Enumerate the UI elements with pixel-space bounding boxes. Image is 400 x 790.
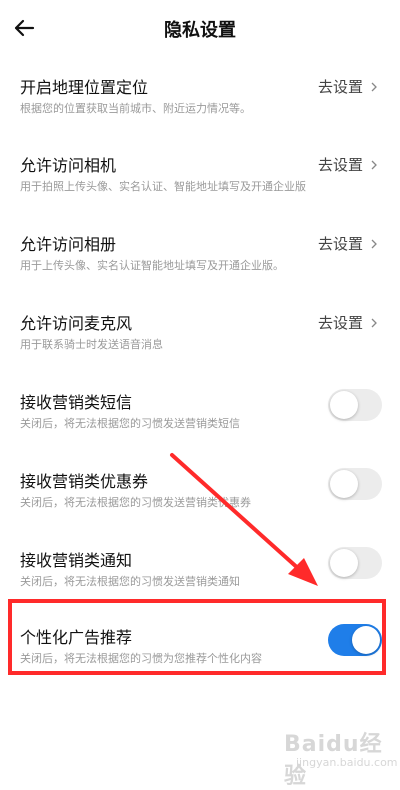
setting-description: 用于拍照上传头像、实名认证、智能地址填写及开通企业版 — [20, 180, 306, 193]
toggle-knob — [330, 391, 358, 419]
go-settings-link[interactable]: 去设置 — [318, 154, 378, 175]
go-settings-label: 去设置 — [317, 314, 363, 332]
highlight-box — [8, 599, 386, 675]
watermark-url: jingyan.baidu.com — [296, 756, 398, 769]
setting-title: 允许访问相册 — [20, 235, 117, 254]
marketing-notice-toggle[interactable] — [328, 547, 382, 579]
setting-row-album[interactable]: 允许访问相册 用于上传头像、实名认证智能地址填写及开通企业版。 去设置 — [0, 225, 400, 303]
setting-description: 用于联系骑士时发送语音消息 — [20, 338, 163, 351]
chevron-right-icon — [371, 160, 377, 169]
setting-title: 接收营销类通知 — [20, 551, 133, 570]
header-bar: 隐私设置 — [0, 0, 400, 58]
setting-row-microphone[interactable]: 允许访问麦克风 用于联系骑士时发送语音消息 去设置 — [0, 304, 400, 382]
setting-title: 允许访问麦克风 — [20, 314, 133, 333]
go-settings-link[interactable]: 去设置 — [318, 76, 378, 97]
chevron-right-icon — [371, 82, 377, 91]
toggle-knob — [330, 549, 358, 577]
setting-description: 根据您的位置获取当前城市、附近运力情况等。 — [20, 102, 251, 115]
page-title: 隐私设置 — [164, 20, 236, 41]
setting-title: 接收营销类短信 — [20, 393, 133, 412]
go-settings-label: 去设置 — [317, 78, 363, 96]
setting-title: 允许访问相机 — [20, 156, 117, 175]
toggle-knob — [330, 470, 358, 498]
chevron-right-icon — [371, 318, 377, 327]
chevron-right-icon — [371, 239, 377, 248]
go-settings-link[interactable]: 去设置 — [318, 312, 378, 333]
setting-row-marketing-sms: 接收营销类短信 关闭后，将无法根据您的习惯发送营销类短信 — [0, 383, 400, 461]
go-settings-label: 去设置 — [317, 235, 363, 253]
marketing-coupon-toggle[interactable] — [328, 468, 382, 500]
setting-description: 用于上传头像、实名认证智能地址填写及开通企业版。 — [20, 259, 284, 272]
setting-description: 关闭后，将无法根据您的习惯发送营销类通知 — [20, 575, 240, 588]
setting-title: 接收营销类优惠券 — [20, 472, 149, 491]
setting-description: 关闭后，将无法根据您的习惯发送营销类短信 — [20, 417, 240, 430]
setting-row-marketing-coupon: 接收营销类优惠券 关闭后，将无法根据您的习惯发送营销类优惠券 — [0, 462, 400, 540]
setting-row-location[interactable]: 开启地理位置定位 根据您的位置获取当前城市、附近运力情况等。 去设置 — [0, 68, 400, 146]
setting-description: 关闭后，将无法根据您的习惯发送营销类优惠券 — [20, 496, 251, 509]
setting-row-camera[interactable]: 允许访问相机 用于拍照上传头像、实名认证、智能地址填写及开通企业版 去设置 — [0, 146, 400, 224]
go-settings-link[interactable]: 去设置 — [318, 233, 378, 254]
marketing-sms-toggle[interactable] — [328, 389, 382, 421]
go-settings-label: 去设置 — [317, 156, 363, 174]
setting-title: 开启地理位置定位 — [20, 78, 149, 97]
